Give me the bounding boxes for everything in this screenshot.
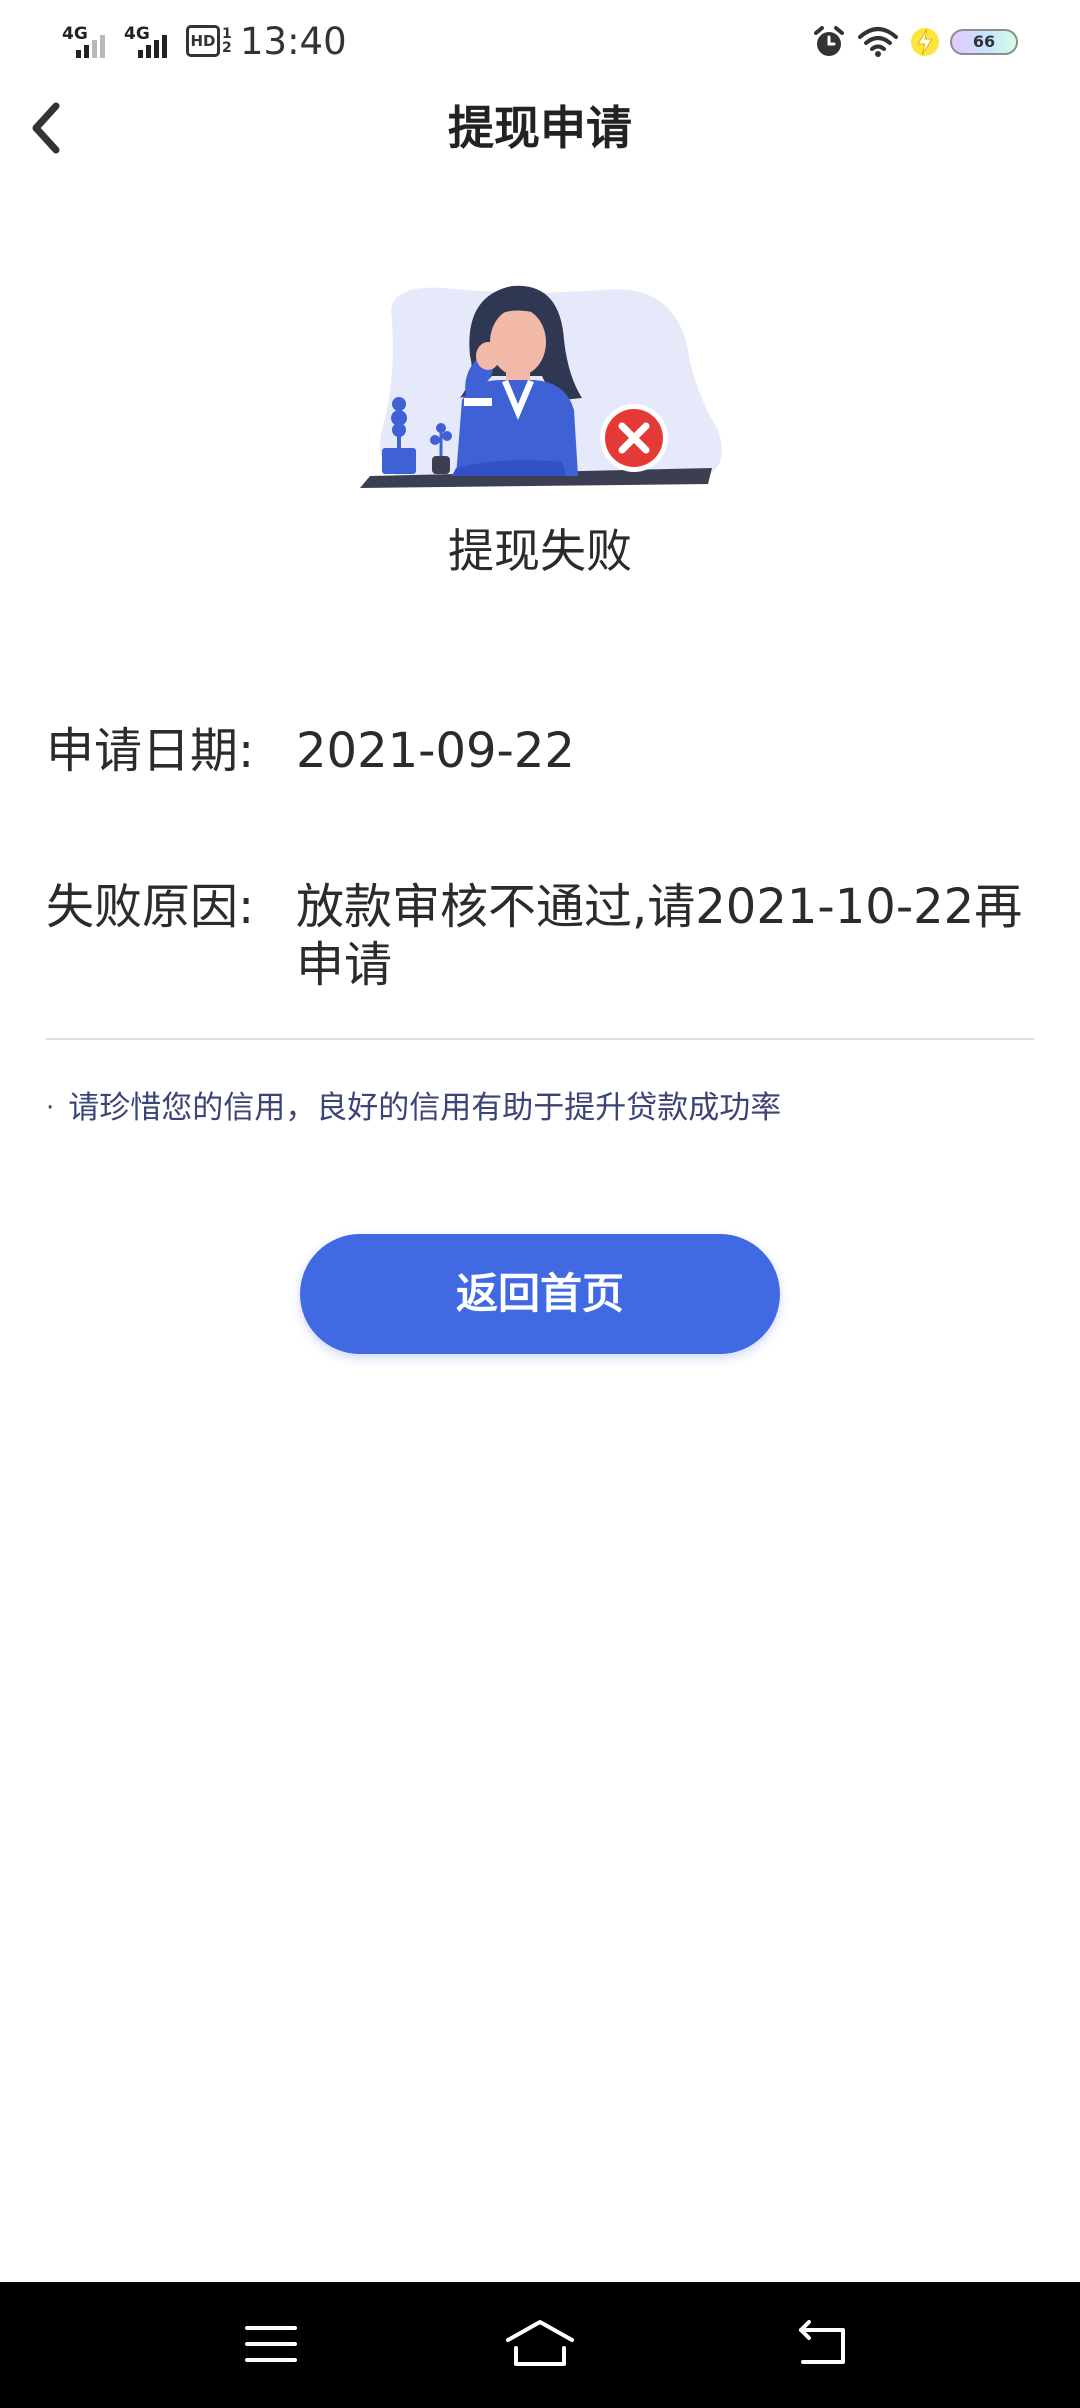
back-icon (799, 2320, 845, 2364)
status-bar: 4G 4G HD 1 2 13:40 66 (0, 0, 1080, 82)
menu-icon (245, 2326, 297, 2362)
status-bar-right: 66 (800, 22, 1018, 62)
back-nav-button[interactable] (778, 2304, 868, 2384)
alarm-icon (814, 26, 844, 56)
failure-reason-label: 失败原因: (46, 879, 255, 935)
system-nav-bar (0, 2282, 1080, 2408)
failure-reason-row: 失败原因: 放款审核不通过,请2021-10-22再申请 (46, 878, 1034, 994)
application-date-row: 申请日期: 2021-09-22 (46, 722, 1034, 780)
home-nav-button[interactable] (495, 2304, 585, 2384)
sim1-signal-icon: 4G (62, 18, 114, 64)
return-home-button[interactable]: 返回首页 (300, 1234, 780, 1354)
application-date-value: 2021-09-22 (296, 723, 575, 779)
hd-voice-sub: 1 2 (222, 26, 232, 56)
header: 提现申请 (0, 86, 1080, 170)
credit-tip: · 请珍惜您的信用，良好的信用有助于提升贷款成功率 (46, 1086, 1034, 1130)
charging-icon (911, 28, 939, 56)
sim2-signal-icon: 4G (124, 18, 176, 64)
home-icon (506, 2320, 574, 2366)
result-status-text: 提现失败 (448, 524, 632, 578)
battery-icon: 66 (950, 29, 1018, 55)
failure-reason-value: 放款审核不通过,请2021-10-22再申请 (296, 879, 1023, 993)
wifi-icon (858, 27, 898, 57)
bullet-dot-icon: · (46, 1093, 55, 1123)
status-time: 13:40 (240, 19, 347, 63)
menu-button[interactable] (226, 2304, 316, 2384)
hd-voice-icon: HD (186, 25, 220, 57)
page-title: 提现申请 (448, 101, 632, 155)
credit-tip-text: 请珍惜您的信用，良好的信用有助于提升贷款成功率 (68, 1090, 782, 1126)
status-bar-left: 4G 4G HD 1 2 13:40 (62, 14, 347, 68)
application-date-label: 申请日期: (46, 723, 255, 779)
divider (46, 1038, 1034, 1040)
failure-illustration (360, 285, 722, 488)
